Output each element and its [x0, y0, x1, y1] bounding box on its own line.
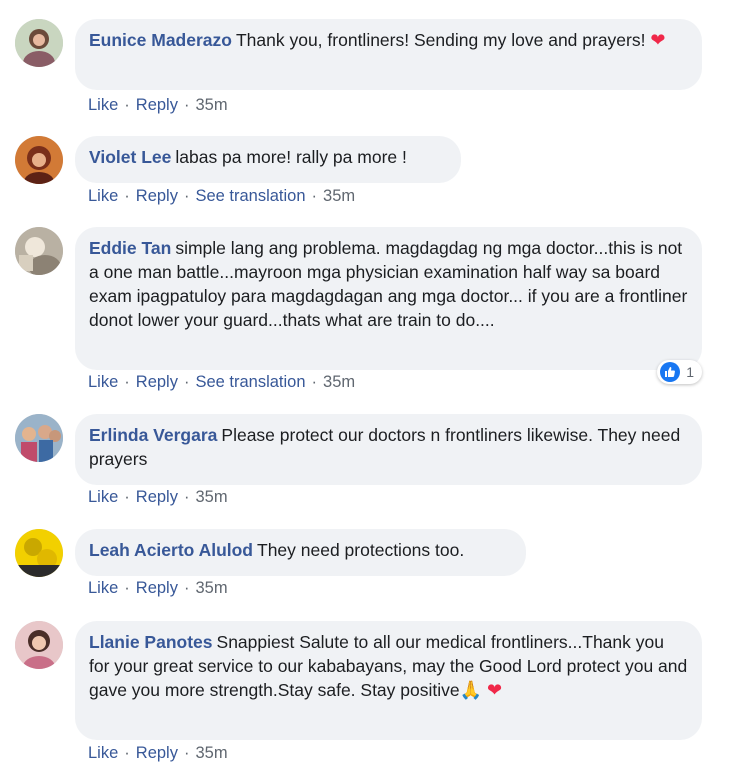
avatar[interactable] [15, 414, 63, 462]
heart-emoji: ❤ [650, 30, 666, 50]
like-link[interactable]: Like [88, 373, 118, 391]
reply-link[interactable]: Reply [136, 488, 178, 506]
separator: · [183, 579, 190, 597]
timestamp[interactable]: 35m [323, 187, 355, 205]
timestamp[interactable]: 35m [195, 579, 227, 597]
separator: · [124, 488, 130, 506]
comment-bubble: Leah Acierto Alulod They need protections… [75, 529, 526, 576]
comment-text: labas pa more! rally pa more ! [175, 147, 407, 167]
like-link[interactable]: Like [88, 744, 118, 762]
reply-link[interactable]: Reply [136, 373, 178, 391]
see-translation-link[interactable]: See translation [195, 187, 305, 205]
separator: · [183, 744, 190, 762]
comment-text: They need protections too. [257, 540, 465, 560]
like-link[interactable]: Like [88, 96, 118, 114]
reply-link[interactable]: Reply [136, 96, 178, 114]
avatar[interactable] [15, 529, 63, 577]
separator: · [124, 579, 130, 597]
comment-author[interactable]: Leah Acierto Alulod [89, 540, 253, 560]
comment-text: simple lang ang problema. magdagdag ng m… [89, 238, 688, 330]
timestamp[interactable]: 35m [195, 744, 227, 762]
reply-link[interactable]: Reply [136, 187, 178, 205]
comment-bubble: Eunice Maderazo Thank you, frontliners! S… [75, 19, 702, 90]
avatar[interactable] [15, 227, 63, 275]
comment-bubble: Violet Lee labas pa more! rally pa more ! [75, 136, 461, 183]
comment-actions: Like · Reply · 35m [88, 488, 228, 507]
comment-bubble: Erlinda Vergara Please protect our doctor… [75, 414, 702, 485]
comment-actions: Like · Reply · 35m [88, 744, 228, 763]
separator: · [311, 187, 318, 205]
like-link[interactable]: Like [88, 579, 118, 597]
comment-actions: Like · Reply · See translation · 35m [88, 187, 355, 206]
comment-author[interactable]: Erlinda Vergara [89, 425, 217, 445]
reaction-count: 1 [686, 364, 694, 380]
separator: · [311, 373, 318, 391]
like-link[interactable]: Like [88, 488, 118, 506]
avatar[interactable] [15, 136, 63, 184]
comment-author[interactable]: Violet Lee [89, 147, 171, 167]
reaction-summary[interactable]: 1 [657, 360, 702, 384]
separator: · [183, 96, 190, 114]
separator: · [124, 187, 130, 205]
avatar[interactable] [15, 621, 63, 669]
reply-link[interactable]: Reply [136, 579, 178, 597]
separator: · [124, 373, 130, 391]
thumbs-up-icon [660, 362, 681, 382]
comment-bubble: Llanie Panotes Snappiest Salute to all ou… [75, 621, 702, 740]
comment-author[interactable]: Eunice Maderazo [89, 30, 232, 50]
timestamp[interactable]: 35m [195, 488, 227, 506]
timestamp[interactable]: 35m [323, 373, 355, 391]
comment-author[interactable]: Llanie Panotes [89, 632, 213, 652]
avatar[interactable] [15, 19, 63, 67]
separator: · [124, 744, 130, 762]
comment-actions: Like · Reply · See translation · 35m [88, 373, 355, 392]
separator: · [183, 373, 190, 391]
comment-text: Thank you, frontliners! Sending my love … [235, 30, 646, 50]
praying-hands-and-heart-emoji: 🙏 ❤ [459, 680, 503, 700]
see-translation-link[interactable]: See translation [195, 373, 305, 391]
comment-actions: Like · Reply · 35m [88, 96, 228, 115]
like-link[interactable]: Like [88, 187, 118, 205]
comment-author[interactable]: Eddie Tan [89, 238, 171, 258]
comment-actions: Like · Reply · 35m [88, 579, 228, 598]
separator: · [183, 187, 190, 205]
separator: · [124, 96, 130, 114]
timestamp[interactable]: 35m [195, 96, 227, 114]
comment-bubble: Eddie Tan simple lang ang problema. magda… [75, 227, 702, 370]
reply-link[interactable]: Reply [136, 744, 178, 762]
separator: · [183, 488, 190, 506]
